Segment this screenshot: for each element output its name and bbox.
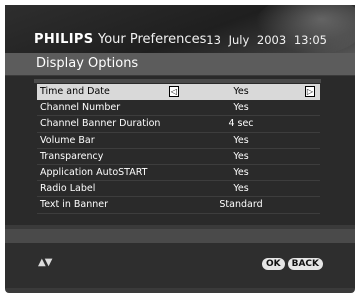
option-label: Time and Date: [40, 86, 110, 98]
option-value: Yes: [233, 134, 249, 146]
footer-keys: OK BACK: [261, 258, 323, 270]
ok-button[interactable]: OK: [261, 258, 285, 270]
option-row-text-in-banner[interactable]: Text in Banner Standard: [37, 197, 320, 214]
option-label: Volume Bar: [40, 134, 95, 146]
date-text: 13 July 2003: [206, 33, 287, 47]
option-value: Yes: [233, 86, 249, 98]
time-text: 13:05: [293, 33, 327, 47]
option-row-channel-banner-duration[interactable]: Channel Banner Duration 4 sec: [37, 116, 320, 133]
option-row-radio-label[interactable]: Radio Label Yes: [37, 181, 320, 198]
option-value: Yes: [233, 167, 249, 179]
option-row-application-autostart[interactable]: Application AutoSTART Yes: [37, 165, 320, 182]
option-value: Yes: [233, 183, 249, 195]
option-label: Application AutoSTART: [40, 167, 148, 179]
option-row-transparency[interactable]: Transparency Yes: [37, 149, 320, 165]
brand-logo: PHILIPS: [34, 32, 94, 47]
option-row-volume-bar[interactable]: Volume Bar Yes: [37, 133, 320, 149]
option-row-channel-number[interactable]: Channel Number Yes: [37, 100, 320, 117]
option-value: Standard: [219, 199, 263, 211]
option-label: Transparency: [40, 150, 104, 162]
section-title: Display Options: [36, 56, 139, 71]
option-value: Yes: [233, 150, 249, 162]
option-label: Radio Label: [40, 183, 96, 195]
option-value: Yes: [233, 102, 249, 114]
left-arrow-icon[interactable]: ◁: [169, 86, 179, 97]
back-button[interactable]: BACK: [287, 258, 323, 270]
panel-divider: [34, 79, 321, 83]
bottom-divider: [5, 229, 355, 243]
option-value: 4 sec: [228, 118, 254, 130]
date-time: 13 July 2003 13:05: [206, 33, 327, 47]
option-label: Channel Banner Duration: [40, 118, 161, 130]
option-row-time-and-date[interactable]: Time and Date ◁ Yes ▷: [37, 84, 320, 101]
page-title: Your Preferences: [98, 32, 207, 47]
right-arrow-icon[interactable]: ▷: [305, 86, 315, 97]
options-list: Time and Date ◁ Yes ▷ Channel Number Yes…: [37, 84, 320, 214]
option-label: Channel Number: [40, 102, 121, 114]
up-down-arrows-icon: ▲▼: [38, 257, 52, 268]
option-label: Text in Banner: [40, 199, 109, 211]
